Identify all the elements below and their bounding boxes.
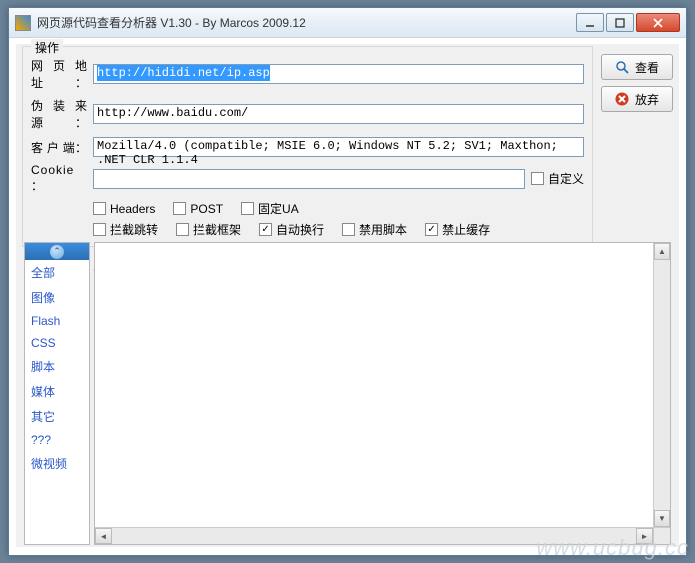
cancel-icon [615,92,629,106]
block-redirect-checkbox[interactable]: 拦截跳转 [93,221,158,238]
window-title: 网页源代码查看分析器 V1.30 - By Marcos 2009.12 [37,14,576,31]
auto-wrap-checkbox[interactable]: 自动换行 [259,221,324,238]
disable-script-checkbox[interactable]: 禁用脚本 [342,221,407,238]
headers-checkbox[interactable]: Headers [93,200,155,217]
minimize-button[interactable] [576,13,604,32]
sidebar-item-8[interactable]: 微视频 [25,451,89,476]
client-area: 操作 网页地址： http://hididi.net/ip.asp 伪装来源： … [16,44,679,547]
url-input[interactable]: http://hididi.net/ip.asp [93,64,584,84]
group-legend: 操作 [31,39,63,56]
fixed-ua-checkbox[interactable]: 固定UA [241,200,299,217]
resource-sidebar: ⌃ 全部图像FlashCSS脚本媒体其它???微视频 [24,242,90,545]
app-window: 网页源代码查看分析器 V1.30 - By Marcos 2009.12 操作 … [8,7,687,556]
chevron-up-icon: ⌃ [50,245,64,259]
window-buttons [576,13,680,32]
ua-input[interactable]: Mozilla/4.0 (compatible; MSIE 6.0; Windo… [93,137,584,157]
post-checkbox[interactable]: POST [173,200,223,217]
referer-label: 伪装来源： [31,97,87,131]
scroll-corner [653,527,670,544]
maximize-button[interactable] [606,13,634,32]
content-viewer[interactable]: ▲ ▼ ◄ ► [94,242,671,545]
vertical-scrollbar[interactable]: ▲ ▼ [653,243,670,527]
sidebar-item-1[interactable]: 图像 [25,285,89,310]
block-frame-checkbox[interactable]: 拦截框架 [176,221,241,238]
url-label: 网页地址： [31,57,87,91]
view-button[interactable]: 查看 [601,54,673,80]
referer-input[interactable]: http://www.baidu.com/ [93,104,584,124]
sidebar-item-5[interactable]: 媒体 [25,379,89,404]
disable-cache-checkbox[interactable]: 禁止缓存 [425,221,490,238]
scroll-left-icon[interactable]: ◄ [95,528,112,544]
app-icon [15,15,31,31]
scroll-right-icon[interactable]: ► [636,528,653,544]
sidebar-collapse[interactable]: ⌃ [25,243,89,260]
close-button[interactable] [636,13,680,32]
sidebar-item-3[interactable]: CSS [25,332,89,354]
custom-checkbox[interactable]: 自定义 [531,170,584,187]
scroll-up-icon[interactable]: ▲ [654,243,670,260]
operation-group: 操作 网页地址： http://hididi.net/ip.asp 伪装来源： … [22,46,593,247]
ua-label: 客 户 端： [31,139,87,156]
action-buttons: 查看 放弃 [601,44,673,255]
content-area: ⌃ 全部图像FlashCSS脚本媒体其它???微视频 ▲ ▼ ◄ ► [24,242,671,545]
sidebar-item-0[interactable]: 全部 [25,260,89,285]
search-icon [615,60,629,74]
horizontal-scrollbar[interactable]: ◄ ► [95,527,653,544]
cookie-input[interactable] [93,169,525,189]
sidebar-item-2[interactable]: Flash [25,310,89,332]
sidebar-item-6[interactable]: 其它 [25,404,89,429]
abort-button[interactable]: 放弃 [601,86,673,112]
cookie-label: Cookie ： [31,163,87,194]
scroll-down-icon[interactable]: ▼ [654,510,670,527]
sidebar-item-7[interactable]: ??? [25,429,89,451]
sidebar-item-4[interactable]: 脚本 [25,354,89,379]
titlebar[interactable]: 网页源代码查看分析器 V1.30 - By Marcos 2009.12 [9,8,686,38]
